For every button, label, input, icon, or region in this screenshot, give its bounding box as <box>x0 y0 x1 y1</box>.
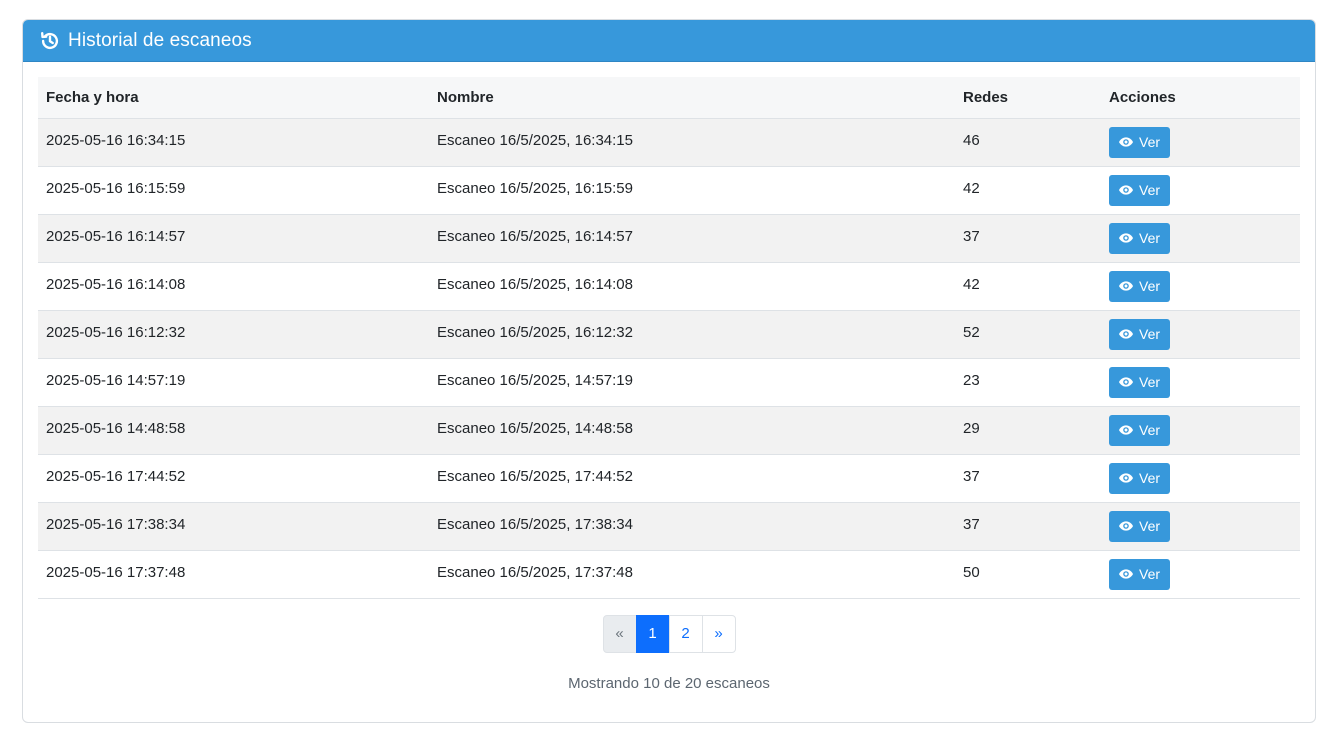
eye-icon <box>1118 470 1134 486</box>
view-button-label: Ver <box>1139 182 1161 198</box>
scan-date-cell: 2025-05-16 16:12:32 <box>38 310 429 359</box>
eye-icon <box>1118 374 1134 390</box>
view-button-label: Ver <box>1139 374 1161 390</box>
column-header-actions: Acciones <box>1101 77 1300 119</box>
network-count-cell: 52 <box>955 310 1101 359</box>
pagination: « 1 2 » <box>38 614 1300 653</box>
card-body: Fecha y hora Nombre Redes Acciones 2025-… <box>23 62 1315 692</box>
eye-icon <box>1118 182 1134 198</box>
table-header-row: Fecha y hora Nombre Redes Acciones <box>38 77 1300 119</box>
view-button[interactable]: Ver <box>1109 558 1171 590</box>
view-button-label: Ver <box>1139 470 1161 486</box>
view-button[interactable]: Ver <box>1109 174 1171 206</box>
scan-name-cell: Escaneo 16/5/2025, 17:38:34 <box>429 502 955 551</box>
table-row: 2025-05-16 14:48:58 Escaneo 16/5/2025, 14… <box>38 406 1300 455</box>
eye-icon <box>1118 230 1134 246</box>
view-button-label: Ver <box>1139 422 1161 438</box>
eye-icon <box>1118 566 1134 582</box>
network-count-cell: 50 <box>955 550 1101 599</box>
eye-icon <box>1118 518 1134 534</box>
eye-icon <box>1118 134 1134 150</box>
scan-date-cell: 2025-05-16 17:37:48 <box>38 550 429 599</box>
actions-cell: Ver <box>1101 166 1300 215</box>
eye-icon <box>1118 278 1134 294</box>
scan-date-cell: 2025-05-16 16:14:57 <box>38 214 429 263</box>
table-row: 2025-05-16 14:57:19 Escaneo 16/5/2025, 14… <box>38 358 1300 407</box>
scan-date-cell: 2025-05-16 16:15:59 <box>38 166 429 215</box>
actions-cell: Ver <box>1101 550 1300 599</box>
actions-cell: Ver <box>1101 502 1300 551</box>
column-header-date: Fecha y hora <box>38 77 429 119</box>
network-count-cell: 29 <box>955 406 1101 455</box>
eye-icon <box>1118 422 1134 438</box>
actions-cell: Ver <box>1101 454 1300 503</box>
scan-name-cell: Escaneo 16/5/2025, 16:15:59 <box>429 166 955 215</box>
table-row: 2025-05-16 17:37:48 Escaneo 16/5/2025, 17… <box>38 550 1300 599</box>
network-count-cell: 37 <box>955 454 1101 503</box>
scan-date-cell: 2025-05-16 17:38:34 <box>38 502 429 551</box>
network-count-cell: 37 <box>955 502 1101 551</box>
view-button-label: Ver <box>1139 278 1161 294</box>
scan-name-cell: Escaneo 16/5/2025, 17:44:52 <box>429 454 955 503</box>
card-header: Historial de escaneos <box>23 20 1315 62</box>
actions-cell: Ver <box>1101 310 1300 359</box>
column-header-name: Nombre <box>429 77 955 119</box>
view-button[interactable]: Ver <box>1109 222 1171 254</box>
scan-date-cell: 2025-05-16 17:44:52 <box>38 454 429 503</box>
card-title: Historial de escaneos <box>68 29 252 51</box>
view-button[interactable]: Ver <box>1109 510 1171 542</box>
view-button[interactable]: Ver <box>1109 318 1171 350</box>
view-button[interactable]: Ver <box>1109 462 1171 494</box>
column-header-count: Redes <box>955 77 1101 119</box>
view-button-label: Ver <box>1139 518 1161 534</box>
table-row: 2025-05-16 16:14:08 Escaneo 16/5/2025, 16… <box>38 262 1300 311</box>
table-row: 2025-05-16 17:44:52 Escaneo 16/5/2025, 17… <box>38 454 1300 503</box>
view-button[interactable]: Ver <box>1109 366 1171 398</box>
scan-table: Fecha y hora Nombre Redes Acciones 2025-… <box>38 77 1300 599</box>
scan-date-cell: 2025-05-16 16:14:08 <box>38 262 429 311</box>
view-button[interactable]: Ver <box>1109 270 1171 302</box>
scan-name-cell: Escaneo 16/5/2025, 16:14:08 <box>429 262 955 311</box>
table-row: 2025-05-16 16:34:15 Escaneo 16/5/2025, 16… <box>38 118 1300 167</box>
scan-name-cell: Escaneo 16/5/2025, 16:34:15 <box>429 118 955 167</box>
eye-icon <box>1118 326 1134 342</box>
scan-name-cell: Escaneo 16/5/2025, 16:12:32 <box>429 310 955 359</box>
view-button-label: Ver <box>1139 134 1161 150</box>
table-row: 2025-05-16 16:12:32 Escaneo 16/5/2025, 16… <box>38 310 1300 359</box>
view-button-label: Ver <box>1139 230 1161 246</box>
actions-cell: Ver <box>1101 358 1300 407</box>
network-count-cell: 37 <box>955 214 1101 263</box>
scan-name-cell: Escaneo 16/5/2025, 16:14:57 <box>429 214 955 263</box>
scan-date-cell: 2025-05-16 14:48:58 <box>38 406 429 455</box>
scan-name-cell: Escaneo 16/5/2025, 14:57:19 <box>429 358 955 407</box>
scan-history-card: Historial de escaneos Fecha y hora Nombr… <box>22 19 1316 723</box>
scan-date-cell: 2025-05-16 16:34:15 <box>38 118 429 167</box>
view-button[interactable]: Ver <box>1109 414 1171 446</box>
actions-cell: Ver <box>1101 214 1300 263</box>
view-button-label: Ver <box>1139 326 1161 342</box>
table-row: 2025-05-16 16:14:57 Escaneo 16/5/2025, 16… <box>38 214 1300 263</box>
scan-name-cell: Escaneo 16/5/2025, 17:37:48 <box>429 550 955 599</box>
scan-date-cell: 2025-05-16 14:57:19 <box>38 358 429 407</box>
pagination-prev[interactable]: « <box>602 614 637 653</box>
results-summary: Mostrando 10 de 20 escaneos <box>568 674 770 692</box>
view-button-label: Ver <box>1139 566 1161 582</box>
table-row: 2025-05-16 17:38:34 Escaneo 16/5/2025, 17… <box>38 502 1300 551</box>
actions-cell: Ver <box>1101 406 1300 455</box>
network-count-cell: 42 <box>955 262 1101 311</box>
pagination-page-1[interactable]: 1 <box>635 614 670 653</box>
scan-name-cell: Escaneo 16/5/2025, 14:48:58 <box>429 406 955 455</box>
network-count-cell: 23 <box>955 358 1101 407</box>
table-row: 2025-05-16 16:15:59 Escaneo 16/5/2025, 16… <box>38 166 1300 215</box>
network-count-cell: 46 <box>955 118 1101 167</box>
pagination-next[interactable]: » <box>701 614 736 653</box>
view-button[interactable]: Ver <box>1109 126 1171 158</box>
pagination-page-2[interactable]: 2 <box>668 614 703 653</box>
history-icon <box>39 30 61 52</box>
actions-cell: Ver <box>1101 262 1300 311</box>
actions-cell: Ver <box>1101 118 1300 167</box>
network-count-cell: 42 <box>955 166 1101 215</box>
